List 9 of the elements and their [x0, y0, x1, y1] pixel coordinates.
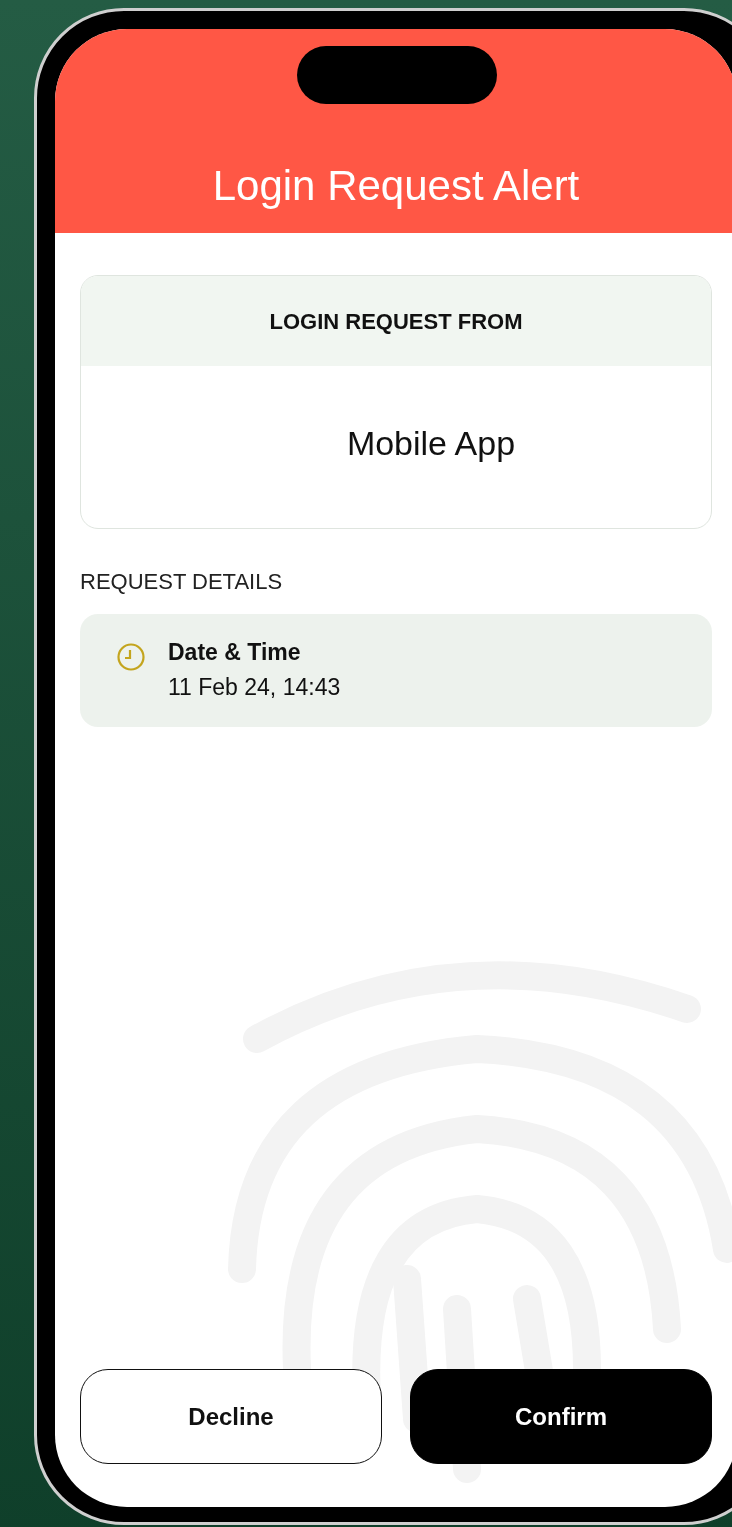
request-source-label: LOGIN REQUEST FROM — [81, 276, 711, 366]
detail-label: Date & Time — [168, 638, 302, 667]
detail-value: 11 Feb 24, 14:43 — [168, 672, 341, 702]
clock-icon — [116, 642, 146, 672]
decline-button[interactable]: Decline — [80, 1369, 382, 1464]
screen-title: Login Request Alert — [212, 165, 580, 207]
section-heading: REQUEST DETAILS — [80, 568, 284, 596]
confirm-button[interactable]: Confirm — [410, 1369, 712, 1464]
request-source-value: Mobile App — [346, 422, 516, 464]
